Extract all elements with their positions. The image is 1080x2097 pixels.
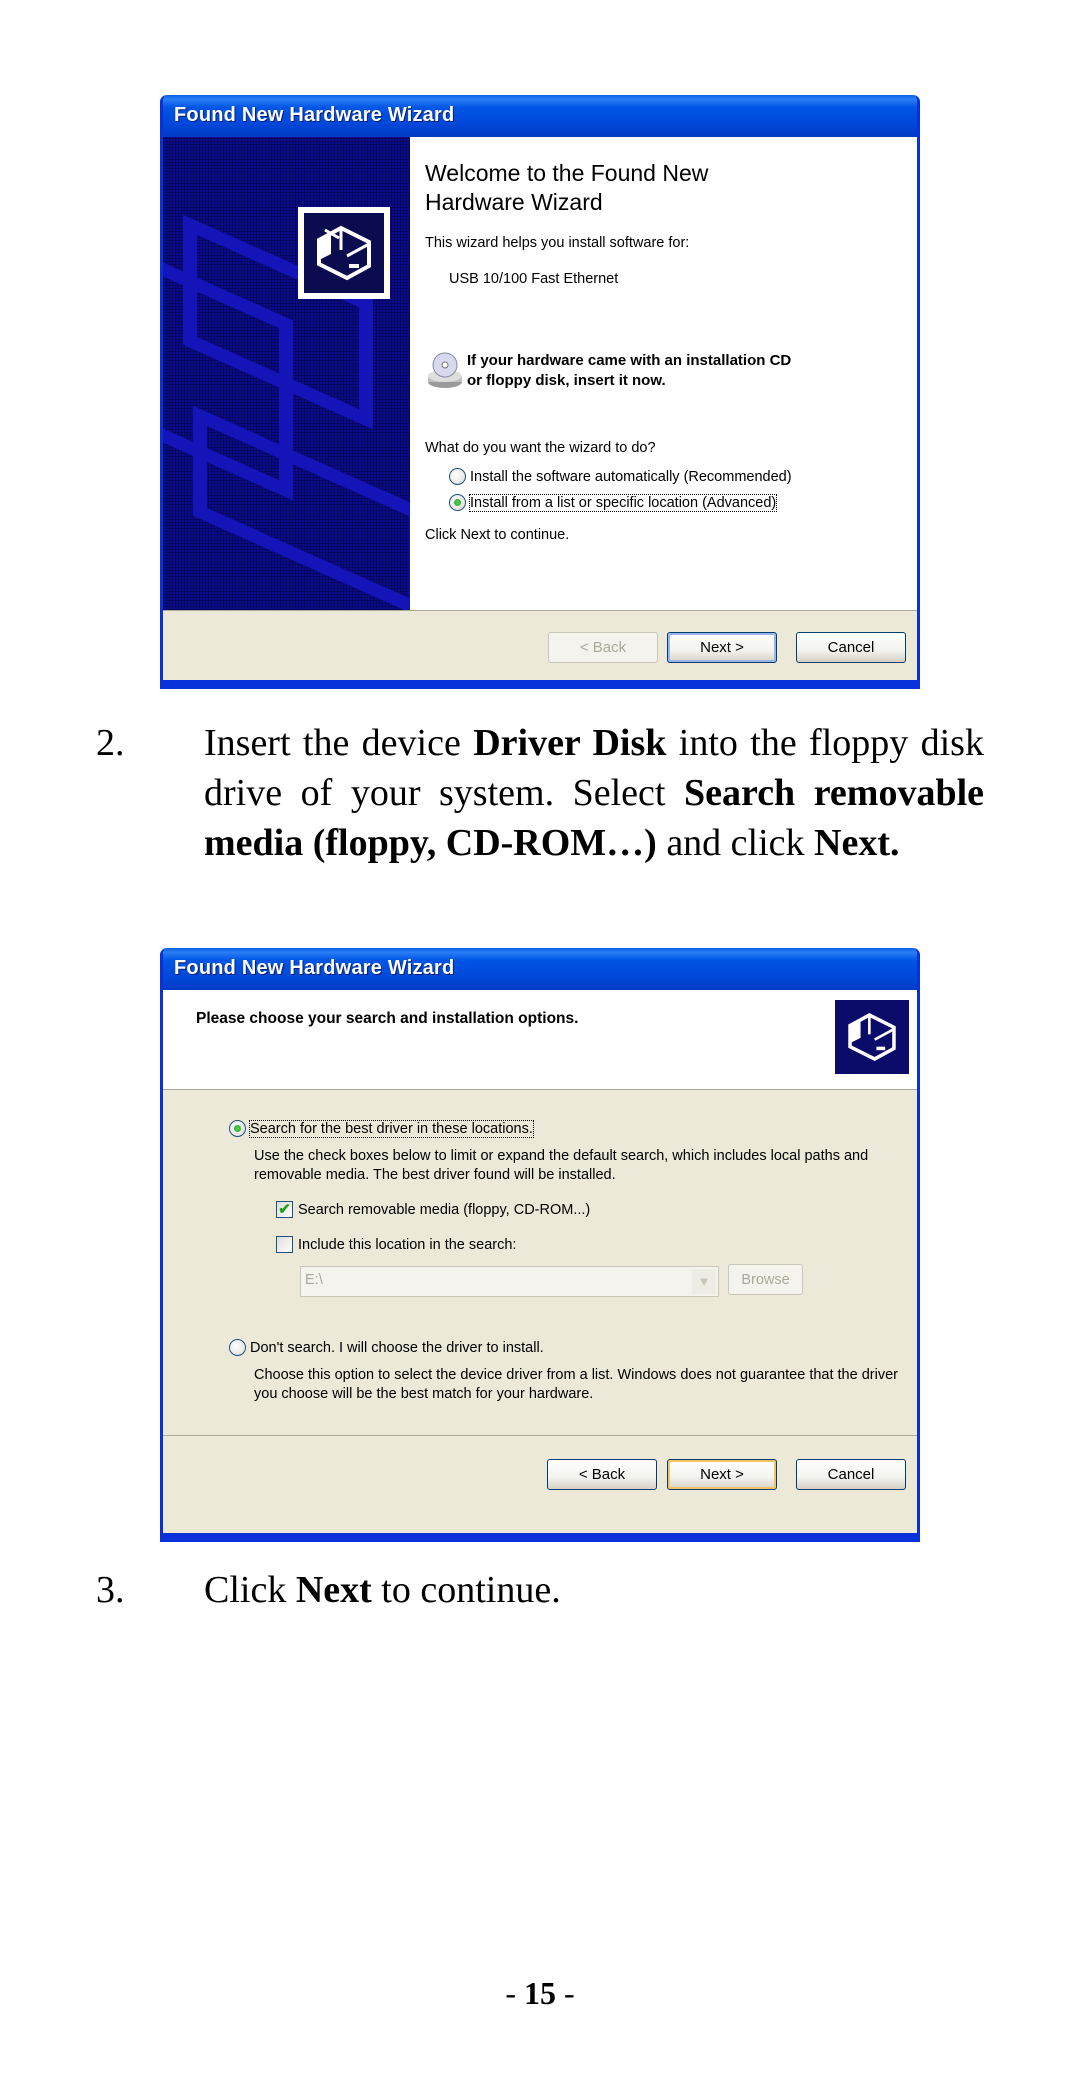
page-number: - 15 - — [505, 1975, 575, 2011]
radio-button-selected[interactable] — [229, 1120, 246, 1137]
title-bar: Found New Hardware Wizard — [163, 948, 917, 990]
step-number: 2. — [96, 722, 125, 764]
title-bar: Found New Hardware Wizard — [163, 95, 917, 137]
back-button[interactable]: < Back — [547, 1459, 657, 1490]
wizard-heading: Welcome to the Found New Hardware Wizard — [425, 160, 709, 215]
radio-button[interactable] — [449, 468, 466, 485]
search-description: Use the check boxes below to limit or ex… — [254, 1148, 869, 1183]
radio-install-from-list[interactable]: Install from a list or specific location… — [449, 493, 778, 512]
chevron-down-icon[interactable]: ▼ — [692, 1269, 716, 1294]
welcome-panel: Welcome to the Found New Hardware Wizard… — [410, 137, 917, 610]
wizard-question: What do you want the wizard to do? — [425, 440, 656, 456]
checkbox-search-removable-media[interactable]: ✔ Search removable media (floppy, CD-ROM… — [276, 1201, 590, 1218]
radio-dont-search[interactable]: Don't search. I will choose the driver t… — [229, 1339, 544, 1356]
checkbox-include-location[interactable]: Include this location in the search: — [276, 1236, 516, 1253]
next-button[interactable]: Next > — [667, 632, 777, 663]
footer-divider — [163, 1435, 917, 1436]
cancel-button[interactable]: Cancel — [796, 1459, 906, 1490]
device-name: USB 10/100 Fast Ethernet — [449, 271, 619, 287]
cancel-button[interactable]: Cancel — [796, 632, 906, 663]
check-icon: ✔ — [278, 1201, 291, 1218]
step-number: 3. — [96, 1569, 125, 1611]
window-border — [163, 680, 917, 686]
radio-label: Don't search. I will choose the driver t… — [250, 1339, 544, 1356]
location-value: E:\ — [305, 1272, 323, 1288]
checkbox-label: Include this location in the search: — [298, 1236, 517, 1253]
footer-divider — [163, 610, 917, 611]
location-combobox[interactable]: E:\ ▼ — [300, 1266, 719, 1297]
dialog-header: Please choose your search and installati… — [163, 990, 917, 1090]
dialog-title: Found New Hardware Wizard — [174, 104, 455, 126]
hardware-icon — [298, 207, 390, 299]
dont-search-description: Choose this option to select the device … — [254, 1367, 898, 1402]
checkbox-unchecked[interactable] — [276, 1236, 293, 1253]
radio-button-selected[interactable] — [449, 494, 466, 511]
radio-install-automatically[interactable]: Install the software automatically (Reco… — [449, 468, 792, 485]
intro-text: This wizard helps you install software f… — [425, 235, 690, 251]
dialog-title: Found New Hardware Wizard — [174, 957, 455, 979]
radio-search-best-driver[interactable]: Search for the best driver in these loca… — [229, 1119, 534, 1138]
radio-label: Search for the best driver in these loca… — [249, 1119, 534, 1138]
step-instructions: Click Next to continue. — [204, 1569, 561, 1611]
browse-button[interactable]: Browse — [728, 1264, 803, 1295]
insert-media-note: If your hardware came with an installati… — [467, 352, 792, 389]
next-button[interactable]: Next > — [667, 1459, 777, 1490]
radio-label: Install from a list or specific location… — [468, 493, 778, 512]
radio-button[interactable] — [229, 1339, 246, 1356]
step-instructions: Insert the device Driver Disk into the f… — [204, 722, 984, 864]
cd-drive-icon — [428, 352, 462, 388]
hardware-icon — [835, 1000, 909, 1074]
window-border — [163, 1533, 917, 1539]
back-button[interactable]: < Back — [548, 632, 658, 663]
welcome-wizard-dialog: Found New Hardware Wizard Welcome to the… — [160, 95, 920, 689]
checkbox-checked[interactable]: ✔ — [276, 1201, 293, 1218]
checkbox-label: Search removable media (floppy, CD-ROM..… — [298, 1201, 591, 1218]
continue-hint: Click Next to continue. — [425, 527, 570, 543]
header-text: Please choose your search and installati… — [196, 1010, 579, 1027]
wizard-sidebar-graphic — [163, 137, 410, 610]
search-options-dialog: Found New Hardware Wizard Please choose … — [160, 948, 920, 1542]
radio-label: Install the software automatically (Reco… — [470, 468, 792, 485]
